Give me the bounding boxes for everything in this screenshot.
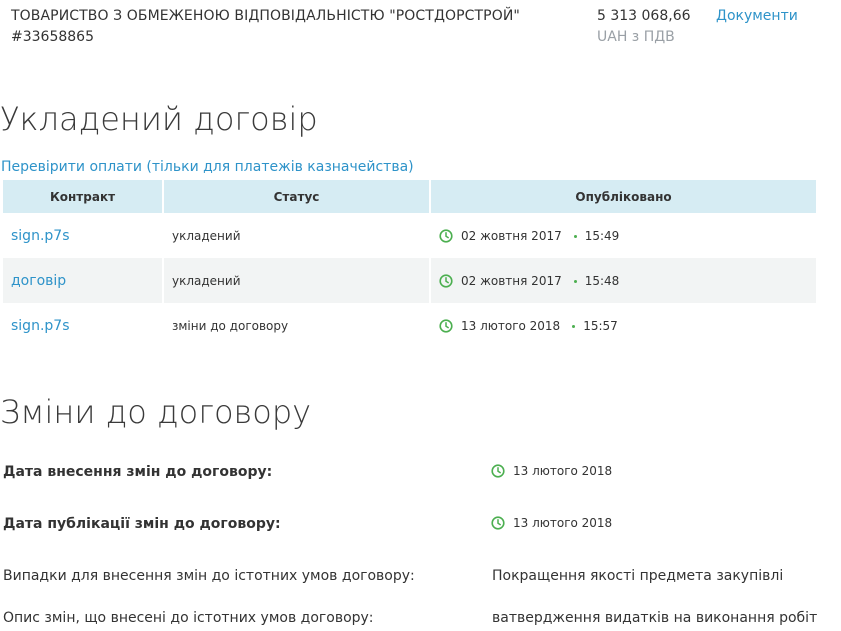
column-header-published: Опубліковано	[430, 180, 816, 213]
contract-status: зміни до договору	[163, 303, 431, 348]
clock-icon	[491, 516, 505, 530]
contract-section-title: Укладений договір	[0, 100, 318, 138]
publish-date-text: 13 лютого 2018	[513, 516, 613, 530]
published-cell: 02 жовтня 2017 15:49	[430, 213, 816, 258]
contract-file-cell: sign.p7s	[3, 213, 164, 258]
change-date-text: 13 лютого 2018	[513, 464, 613, 478]
contract-file-cell: sign.p7s	[3, 303, 164, 348]
column-header-status: Статус	[163, 180, 431, 213]
contract-status: укладений	[163, 213, 431, 258]
clock-icon	[439, 273, 453, 288]
table-row: sign.p7s зміни до договору 13 лютого 201…	[3, 303, 816, 348]
change-cases-label: Випадки для внесення змін до істотних ум…	[3, 568, 415, 584]
change-date-label: Дата внесення змін до договору:	[3, 464, 273, 480]
clock-icon	[491, 464, 505, 478]
published-time: 15:49	[584, 228, 620, 243]
change-date-value: 13 лютого 2018	[491, 464, 612, 478]
documents-link[interactable]: Документи	[716, 8, 798, 24]
separator-dot	[573, 234, 577, 238]
published-time: 15:57	[583, 318, 618, 333]
publish-date-label: Дата публікації змін до договору:	[3, 516, 281, 532]
changes-section-title: Зміни до договору	[0, 393, 312, 431]
clock-icon	[439, 318, 453, 333]
contract-file-link[interactable]: sign.p7s	[11, 228, 69, 244]
published-time: 15:48	[584, 273, 620, 288]
supplier-code: #33658865	[11, 29, 94, 45]
contract-status: укладений	[163, 258, 431, 303]
published-date: 02 жовтня 2017	[461, 228, 562, 243]
check-payments-link[interactable]: Перевірити оплати (тільки для платежів к…	[1, 159, 414, 175]
published-cell: 13 лютого 2018 15:57	[430, 303, 816, 348]
table-header: Контракт Статус Опубліковано	[3, 180, 816, 213]
change-description-value: ватвердження видатків на виконання робіт	[492, 610, 818, 626]
published-date: 02 жовтня 2017	[461, 273, 562, 288]
table-row: договір укладений 02 жовтня 2017 15:48	[3, 258, 816, 303]
amount-currency: UAH з ПДВ	[597, 29, 675, 45]
contract-file-link[interactable]: договір	[11, 273, 66, 289]
separator-dot	[573, 279, 577, 283]
contracts-table: Контракт Статус Опубліковано sign.p7s ук…	[3, 180, 816, 348]
column-header-contract: Контракт	[3, 180, 164, 213]
contract-amount: 5 313 068,66	[597, 8, 691, 24]
table-row: sign.p7s укладений 02 жовтня 2017 15:49	[3, 213, 816, 258]
publish-date-value: 13 лютого 2018	[491, 516, 612, 530]
contract-file-link[interactable]: sign.p7s	[11, 318, 69, 334]
published-cell: 02 жовтня 2017 15:48	[430, 258, 816, 303]
published-date: 13 лютого 2018	[461, 318, 561, 333]
clock-icon	[439, 228, 453, 243]
change-cases-value: Покращення якості предмета закупівлі	[492, 568, 784, 584]
change-description-label: Опис змін, що внесені до істотних умов д…	[3, 610, 374, 626]
contract-file-cell: договір	[3, 258, 164, 303]
separator-dot	[572, 324, 576, 328]
supplier-name: ТОВАРИСТВО З ОБМЕЖЕНОЮ ВІДПОВІДАЛЬНІСТЮ …	[11, 8, 520, 24]
